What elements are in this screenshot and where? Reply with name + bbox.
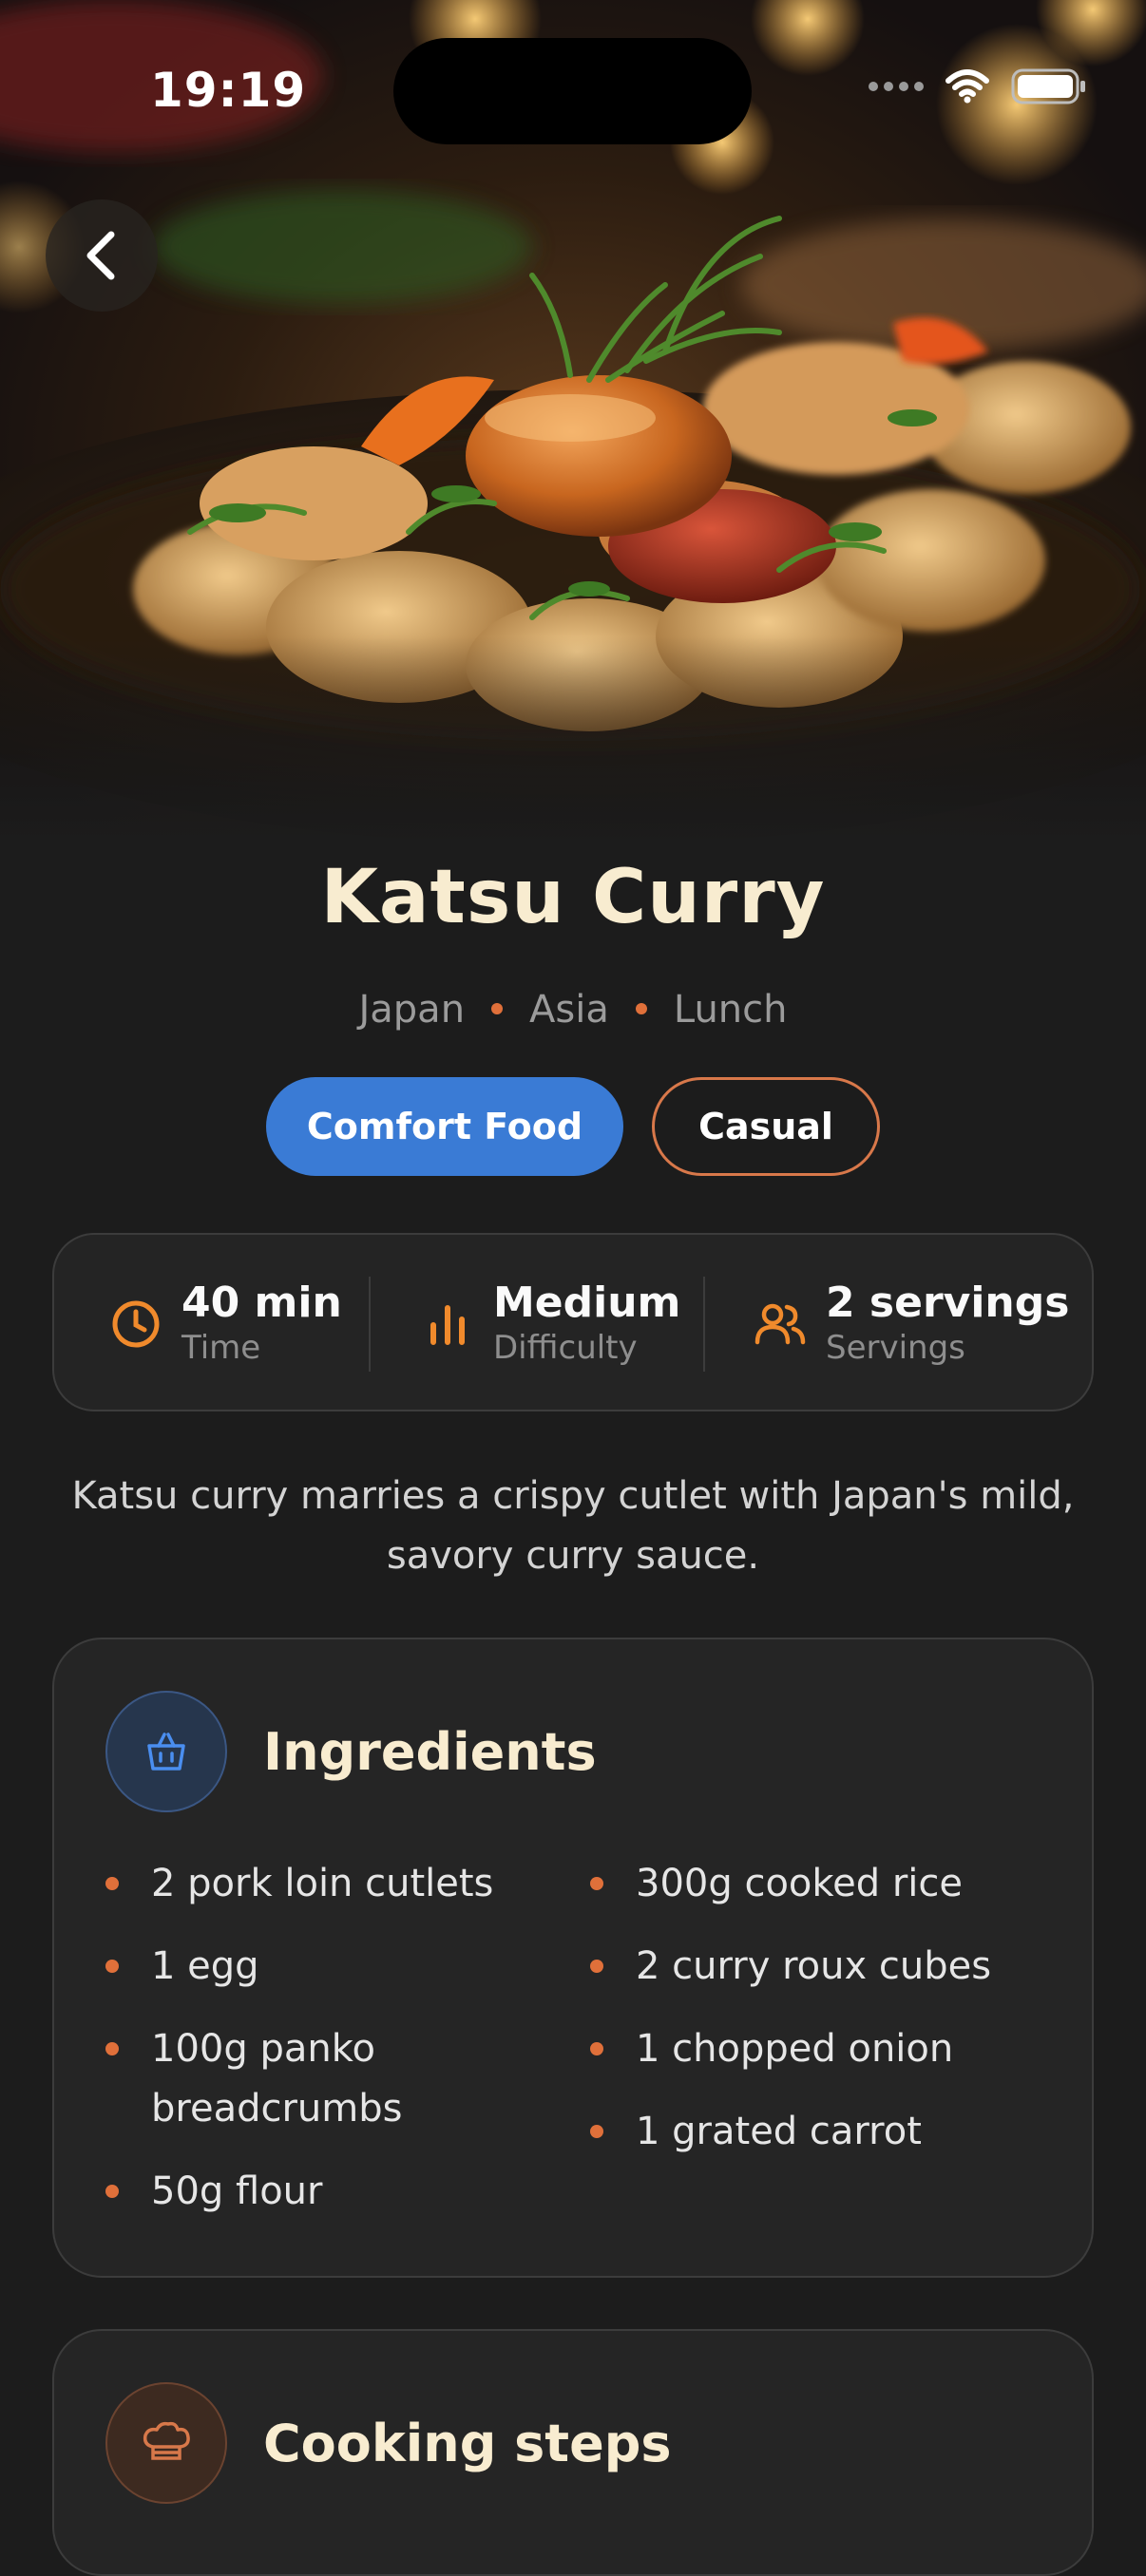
status-time: 19:19	[150, 63, 307, 118]
ingredients-header: Ingredients	[105, 1691, 597, 1812]
ingredient-item: 1 egg	[102, 1937, 548, 1997]
stat-divider	[703, 1277, 705, 1372]
chef-hat-icon	[105, 2382, 227, 2504]
tag-casual[interactable]: Casual	[652, 1077, 880, 1176]
recipe-tags: Comfort Food Casual	[0, 1077, 1146, 1176]
ingredient-item: 1 chopped onion	[586, 2019, 1033, 2079]
back-button[interactable]	[46, 199, 158, 312]
stat-time: 40 min Time	[107, 1235, 342, 1413]
users-icon	[752, 1296, 809, 1353]
stat-label: Difficulty	[493, 1329, 638, 1367]
wifi-icon	[945, 69, 990, 104]
battery-icon	[1011, 68, 1087, 104]
signal-icon	[869, 82, 924, 91]
stat-label: Servings	[826, 1329, 965, 1367]
stat-servings: 2 servings Servings	[752, 1235, 1069, 1413]
recipe-description: Katsu curry marries a crispy cutlet with…	[71, 1474, 1075, 1578]
stat-divider	[369, 1277, 371, 1372]
recipe-meta: Japan Asia Lunch	[0, 988, 1146, 1032]
ingredient-item: 300g cooked rice	[586, 1854, 1033, 1914]
status-icons	[869, 68, 1087, 104]
meta-meal: Lunch	[673, 988, 788, 1032]
hero-gradient-fade	[0, 636, 1146, 845]
cooking-steps-title: Cooking steps	[263, 2413, 672, 2473]
stat-value: Medium	[493, 1279, 681, 1327]
ingredient-item: 50g flour	[102, 2162, 548, 2222]
meta-separator	[491, 1003, 504, 1014]
recipe-stats: 40 min Time Medium Difficulty 2 servings…	[52, 1233, 1094, 1411]
stat-difficulty: Medium Difficulty	[419, 1235, 680, 1413]
ingredients-card: Ingredients 2 pork loin cutlets 1 egg 10…	[52, 1638, 1094, 2278]
dynamic-island	[393, 38, 752, 144]
cooking-steps-card: Cooking steps	[52, 2329, 1094, 2576]
ingredients-right-column: 300g cooked rice 2 curry roux cubes 1 ch…	[586, 1854, 1033, 2185]
tag-comfort-food[interactable]: Comfort Food	[266, 1077, 623, 1176]
stat-value: 40 min	[181, 1279, 342, 1327]
ingredient-item: 2 pork loin cutlets	[102, 1854, 548, 1914]
stat-value: 2 servings	[826, 1279, 1070, 1327]
chevron-left-icon	[86, 231, 115, 280]
ingredient-item: 1 grated carrot	[586, 2102, 1033, 2162]
meta-region: Asia	[529, 988, 609, 1032]
meta-country: Japan	[358, 988, 466, 1032]
bar-chart-icon	[419, 1296, 476, 1353]
ingredient-item: 100g panko breadcrumbs	[102, 2019, 493, 2139]
ingredient-item: 2 curry roux cubes	[586, 1937, 1033, 1997]
basket-icon	[105, 1691, 227, 1812]
ingredients-left-column: 2 pork loin cutlets 1 egg 100g panko bre…	[102, 1854, 548, 2245]
recipe-title: Katsu Curry	[320, 855, 826, 940]
cooking-steps-header: Cooking steps	[105, 2382, 672, 2504]
ingredients-title: Ingredients	[263, 1721, 597, 1782]
meta-separator	[635, 1003, 647, 1014]
stat-label: Time	[181, 1329, 261, 1367]
clock-icon	[107, 1296, 164, 1353]
